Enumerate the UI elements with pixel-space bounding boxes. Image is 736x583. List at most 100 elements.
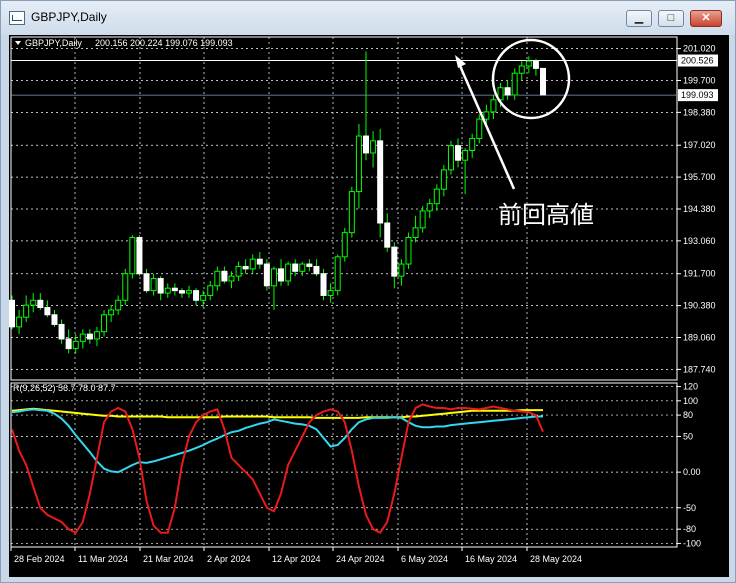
- candle-body: [228, 275, 235, 282]
- candle-body: [292, 263, 299, 272]
- candle-body: [405, 236, 412, 265]
- indicator-lines: [11, 403, 544, 534]
- candle-body: [58, 323, 65, 340]
- annotation-circle: [491, 38, 571, 120]
- price-axis-label: 199.700: [683, 75, 716, 85]
- candle-body: [263, 263, 270, 287]
- candle-body: [398, 263, 405, 277]
- annotation-text: 前回高値: [498, 202, 594, 229]
- candle-body: [115, 299, 122, 311]
- indicator-series-line: [11, 407, 543, 419]
- marked-price-tag: 200.526: [681, 56, 714, 66]
- candle-body: [334, 256, 341, 292]
- candle-body: [37, 299, 44, 309]
- candle-body: [207, 285, 214, 296]
- chart-window-icon: [9, 11, 25, 25]
- indicator-label: R(9,26,52) 56.7 78.0 87.7: [13, 383, 116, 393]
- candle-body: [511, 72, 518, 96]
- candle-body: [129, 236, 136, 275]
- candle-body: [270, 268, 277, 287]
- indicator-axis-label: 120: [683, 382, 698, 392]
- candle-body: [462, 150, 469, 161]
- maximize-button[interactable]: □: [658, 10, 684, 27]
- candle-body: [9, 299, 15, 328]
- candle-body: [143, 273, 150, 292]
- candle-body: [101, 314, 108, 333]
- indicator-axis-label: -100: [683, 538, 701, 548]
- candle-body: [136, 236, 143, 275]
- candle-body: [186, 290, 192, 294]
- candle-body: [540, 67, 546, 96]
- candle-body: [235, 265, 242, 277]
- date-axis-label: 6 May 2024: [401, 554, 448, 564]
- candle-body: [249, 258, 256, 270]
- candle-body: [504, 87, 511, 96]
- candle-body: [30, 299, 37, 306]
- info-ohlc: 200.156 200.224 199.076 199.093: [95, 38, 233, 48]
- candle-body: [285, 263, 292, 282]
- window-title: GBPJPY,Daily: [31, 10, 107, 24]
- chart-window: GBPJPY,Daily ▁ □ ✕ 201.020 199.700 198.380…: [0, 0, 736, 583]
- price-axis-label: 187.740: [683, 364, 716, 374]
- candle-body: [440, 169, 447, 190]
- indicator-axis-label: -80: [683, 524, 696, 534]
- candle-body: [433, 188, 440, 205]
- candle-body: [348, 191, 355, 234]
- price-axis-label: 195.700: [683, 172, 716, 182]
- chart-svg[interactable]: 201.020 199.700 198.380 197.020 195.700 194.3…: [9, 35, 729, 577]
- candle-body: [532, 60, 539, 69]
- candle-body: [150, 278, 157, 292]
- candle-body: [23, 304, 30, 318]
- candle-body: [355, 135, 362, 193]
- current-price-tag: 199.093: [681, 90, 714, 100]
- candle-body: [483, 111, 490, 120]
- candle-body: [476, 118, 483, 139]
- candle-body: [178, 290, 185, 294]
- date-axis-label: 11 Mar 2024: [78, 554, 128, 564]
- candle-body: [221, 270, 228, 282]
- date-axis-label: 2 Apr 2024: [207, 554, 251, 564]
- date-axis-label: 21 Mar 2024: [143, 554, 194, 564]
- candle-body: [377, 140, 384, 224]
- candle-body: [455, 145, 462, 161]
- candle-body: [200, 294, 207, 301]
- candle-body: [370, 140, 377, 154]
- price-axis-label: 190.380: [683, 301, 716, 311]
- price-axis-label: 189.060: [683, 332, 716, 342]
- date-axis-label: 16 May 2024: [465, 554, 517, 564]
- candle-body: [518, 65, 525, 74]
- candle-body: [242, 265, 249, 270]
- candle-body: [306, 263, 313, 267]
- candle-body: [256, 258, 263, 265]
- price-axis-label: 198.380: [683, 107, 716, 117]
- price-axis-label: 201.020: [683, 44, 716, 54]
- candle-body: [419, 210, 426, 229]
- candle-body: [320, 273, 327, 296]
- title-bar[interactable]: GBPJPY,Daily ▁ □ ✕: [1, 1, 735, 35]
- candle-body: [171, 287, 178, 292]
- date-axis-label: 12 Apr 2024: [272, 554, 321, 564]
- price-axis-label: 193.060: [683, 236, 716, 246]
- candle-body: [490, 99, 497, 113]
- candle-body: [447, 145, 454, 171]
- indicator-axis-label: 100: [683, 396, 698, 406]
- indicator-axis-label: 80: [683, 410, 693, 420]
- indicator-axis-label: -50: [683, 503, 696, 513]
- candle-body: [157, 278, 164, 294]
- indicator-axis-label: 0.00: [683, 467, 701, 477]
- minimize-button[interactable]: ▁: [626, 10, 652, 27]
- candle-body: [278, 268, 285, 282]
- date-axis-label: 28 May 2024: [530, 554, 582, 564]
- candle-body: [72, 340, 79, 350]
- info-dropdown-icon[interactable]: [15, 41, 21, 45]
- candle-body: [299, 263, 306, 272]
- chart-area[interactable]: 201.020 199.700 198.380 197.020 195.700 194.3…: [9, 35, 729, 577]
- indicator-pane-frame: [10, 382, 678, 548]
- candle-body: [426, 203, 433, 212]
- date-axis-label: 28 Feb 2024: [14, 554, 65, 564]
- close-button[interactable]: ✕: [690, 10, 722, 27]
- indicator-axis-label: 50: [683, 431, 693, 441]
- candle-body: [65, 338, 72, 350]
- candle-body: [313, 265, 320, 275]
- price-axis-label: 197.020: [683, 140, 716, 150]
